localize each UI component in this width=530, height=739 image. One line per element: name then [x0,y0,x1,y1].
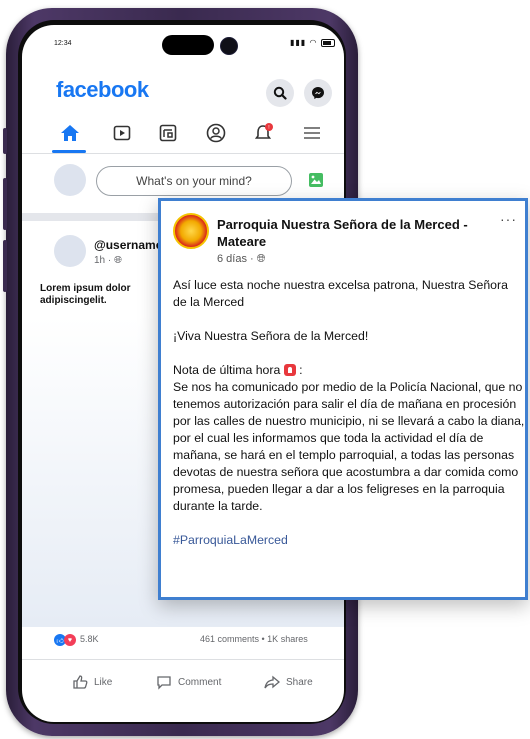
comments-shares-count[interactable]: 461 comments • 1K shares [200,634,308,644]
page-name[interactable]: Parroquia Nuestra Señora de la Merced - … [217,216,503,250]
post-paragraph: Así luce esta noche nuestra excelsa patr… [173,278,508,309]
nav-home[interactable] [56,121,84,145]
photo-button[interactable] [308,172,324,188]
post-paragraph: ¡Viva Nuestra Señora de la Merced! [173,329,369,343]
post-text: Lorem ipsum dolor adipiscingelit. [40,283,131,306]
status-time: 12:34 [54,40,72,47]
reactions-count[interactable]: 5.8K [80,634,99,644]
status-icons: ▮▮▮ ◠ [290,38,335,47]
nav-profile[interactable] [202,121,230,145]
notifications-icon: ! [254,123,273,139]
globe-icon: 🌐︎ [114,255,123,266]
post-username[interactable]: @username [94,238,162,252]
page-avatar[interactable] [173,213,209,249]
post-paragraph: Nota de última hora : [173,362,525,379]
nav-notifications[interactable]: ! [250,121,278,145]
signal-icon: ▮▮▮ [290,38,307,47]
share-icon [264,675,280,689]
post-date: 6 días · [217,253,257,265]
post-meta: 6 días · 🌐︎ [217,253,266,266]
marketplace-icon [159,124,177,142]
messenger-icon [312,87,324,99]
post-avatar[interactable] [54,235,86,267]
like-button[interactable]: Like [72,670,112,694]
comment-button[interactable]: Comment [156,670,221,694]
love-reaction-icon: ♥ [64,634,76,646]
avatar[interactable] [54,164,86,196]
like-label: Like [94,676,113,688]
whats-on-your-mind-input[interactable]: What's on your mind? [96,166,292,196]
hashtag-link[interactable]: #ParroquiaLaMerced [173,532,525,549]
post-paragraph: Se nos ha comunicado por medio de la Pol… [173,380,525,513]
globe-icon: 🌐︎ [256,253,266,265]
home-icon [61,125,79,141]
camera-dot [220,37,238,55]
share-button[interactable]: Share [264,670,313,694]
nav-marketplace[interactable] [154,121,182,145]
search-button[interactable] [266,79,294,107]
like-icon [73,675,88,689]
messenger-button[interactable] [304,79,332,107]
post-actions: Like Comment Share [22,659,344,704]
share-label: Share [286,676,313,688]
search-icon [273,86,287,100]
siren-icon [283,364,296,376]
wifi-icon: ◠ [309,38,318,47]
post-time-text: 1h · [94,255,115,266]
nav-bar: ! [22,113,344,154]
post-body: Así luce esta noche nuestra excelsa patr… [173,277,525,549]
note-colon: : [295,363,303,377]
side-button [3,240,7,292]
more-options-icon[interactable]: ··· [500,211,517,227]
note-label: Nota de última hora [173,363,281,377]
profile-icon [206,123,226,143]
highlighted-post-card[interactable]: Parroquia Nuestra Señora de la Merced - … [158,198,528,600]
watch-icon [113,125,131,141]
status-bar: 12:34 ▮▮▮ ◠ [22,25,344,65]
dynamic-island [162,35,214,55]
side-button [3,128,7,154]
side-button [3,178,7,230]
reactions-bar: 👍︎ ♥ 5.8K 461 comments • 1K shares [22,631,344,651]
nav-menu[interactable] [298,121,326,145]
comment-icon [157,676,171,690]
facebook-logo[interactable]: facebook [56,77,149,103]
menu-icon [304,127,320,139]
svg-text:!: ! [268,125,269,131]
post-time: 1h · 🌐︎ [94,255,122,266]
photo-icon [309,173,323,187]
comment-label: Comment [178,676,222,688]
battery-icon [320,38,335,47]
nav-watch[interactable] [108,121,136,145]
